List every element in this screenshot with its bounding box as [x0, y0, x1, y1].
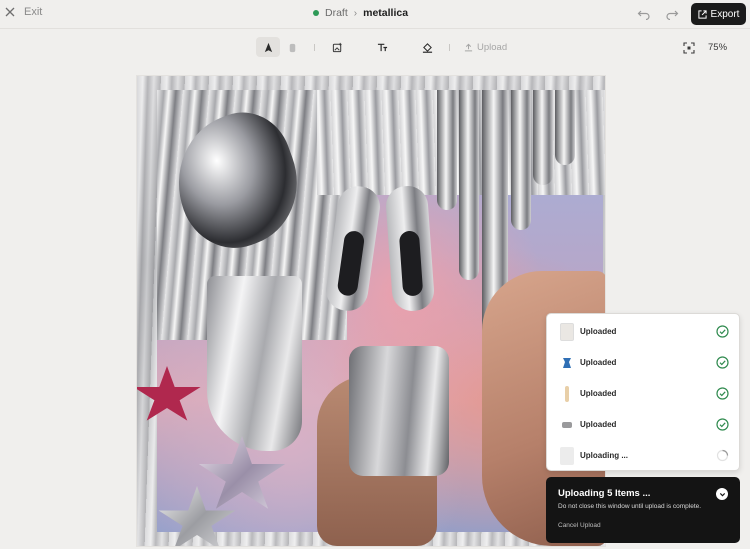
text-tool[interactable] [370, 37, 394, 57]
collapse-button[interactable] [716, 488, 728, 500]
upload-item: Uploaded [547, 378, 741, 409]
document-title[interactable]: metallica [363, 7, 408, 19]
undo-button[interactable] [637, 8, 651, 20]
upload-thumbnail [560, 322, 574, 341]
chrome-drip-image[interactable] [437, 90, 457, 210]
image-add-icon [332, 42, 342, 52]
chevron-right-icon: › [353, 7, 358, 19]
chevron-down-icon [719, 492, 725, 496]
chrome-drip-image[interactable] [555, 90, 575, 165]
upload-list-panel: Uploaded Uploaded Uploaded Uploaded Uplo… [546, 313, 740, 471]
toast-subtitle: Do not close this window until upload is… [558, 503, 702, 510]
upload-progress-toast: Uploading 5 Items ... Do not close this … [546, 477, 740, 543]
pointer-icon [264, 42, 272, 52]
hand-icon [289, 43, 295, 52]
check-circle-icon [716, 418, 729, 431]
exit-button[interactable]: Exit [4, 6, 42, 18]
chrome-drip-image[interactable] [511, 90, 531, 230]
draft-status[interactable]: Draft [325, 7, 348, 19]
upload-item: Uploaded [547, 347, 741, 378]
toolbar-divider [314, 43, 315, 51]
hand-tool[interactable] [280, 37, 304, 57]
cancel-upload-link[interactable]: Cancel Upload [558, 522, 601, 529]
status-dot [313, 10, 319, 16]
zoom-level[interactable]: 75% [708, 42, 727, 53]
upload-button[interactable]: Upload [460, 42, 511, 53]
moodboard-canvas[interactable] [137, 76, 605, 546]
check-circle-icon [716, 325, 729, 338]
silver-flat-shoe-image[interactable] [384, 184, 436, 313]
upload-status-label: Uploading ... [580, 451, 628, 460]
chrome-drip-image[interactable] [533, 90, 553, 185]
crushed-can-image[interactable] [349, 346, 449, 476]
upload-item: Uploaded [547, 409, 741, 440]
upload-thumbnail [560, 446, 574, 465]
export-label: Export [710, 8, 740, 20]
breadcrumb: Draft › metallica [313, 7, 408, 19]
chrome-drip-image[interactable] [459, 90, 479, 280]
toast-title: Uploading 5 Items ... [558, 488, 651, 499]
close-icon [5, 7, 15, 17]
fill-tool[interactable] [415, 37, 439, 57]
export-button[interactable]: Export [691, 3, 746, 25]
toolbar-divider [449, 43, 450, 51]
upload-thumbnail [560, 415, 574, 434]
silver-boot-image[interactable] [207, 276, 302, 451]
spinner-icon [716, 449, 729, 462]
upload-item: Uploading ... [547, 440, 741, 471]
text-icon [377, 43, 387, 51]
redo-button[interactable] [665, 8, 679, 20]
upload-thumbnail [560, 384, 574, 403]
top-bar: Exit Draft › metallica Export [0, 0, 750, 29]
check-circle-icon [716, 387, 729, 400]
check-circle-icon [716, 356, 729, 369]
upload-status-label: Uploaded [580, 420, 617, 429]
upload-status-label: Uploaded [580, 327, 617, 336]
upload-thumbnail [560, 353, 574, 372]
export-icon [697, 9, 707, 19]
upload-item: Uploaded [547, 316, 741, 347]
upload-label: Upload [477, 41, 508, 53]
exit-label: Exit [24, 6, 43, 18]
image-tool[interactable] [325, 37, 349, 57]
canvas-toolbar: Upload [256, 37, 511, 57]
upload-status-label: Uploaded [580, 389, 617, 398]
paint-bucket-icon [422, 42, 432, 53]
fit-screen-icon[interactable] [683, 42, 695, 54]
select-tool[interactable] [256, 37, 280, 57]
upload-icon [464, 43, 473, 51]
upload-status-label: Uploaded [580, 358, 617, 367]
